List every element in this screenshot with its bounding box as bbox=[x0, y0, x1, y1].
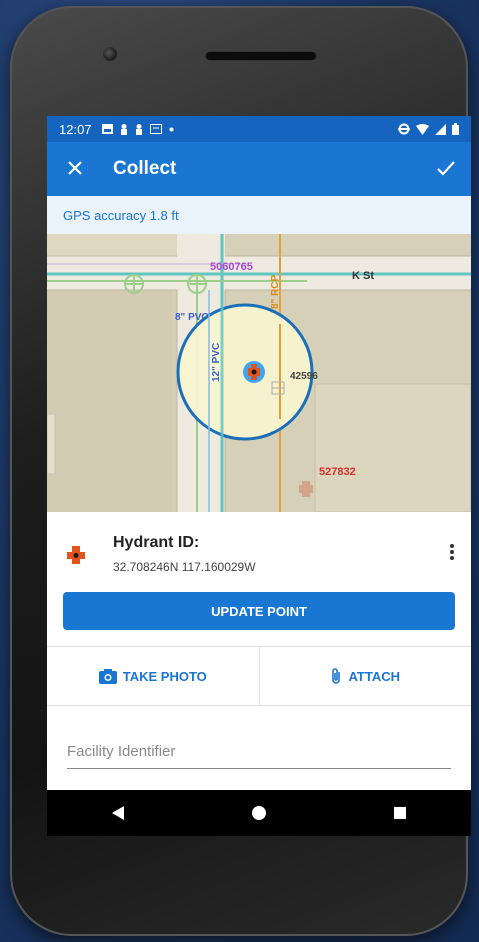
attachment-actions: TAKE PHOTO ATTACH bbox=[47, 646, 471, 706]
facility-identifier-input[interactable] bbox=[67, 734, 451, 769]
check-icon bbox=[437, 161, 455, 176]
map-label-street: K St bbox=[352, 270, 374, 282]
map-canvas[interactable]: 5060765 K St 8" PVC 8" RCP 12" PVC 42596 bbox=[47, 234, 471, 512]
system-icons bbox=[398, 123, 459, 135]
status-time: 12:07 bbox=[59, 121, 92, 137]
attach-button[interactable]: ATTACH bbox=[258, 647, 472, 705]
home-circle-icon bbox=[251, 806, 266, 820]
page-title: Collect bbox=[113, 158, 177, 179]
app-bar: Collect bbox=[47, 142, 471, 196]
data-saver-icon bbox=[398, 123, 410, 135]
camera-icon bbox=[98, 668, 117, 684]
image-notification-icon bbox=[101, 124, 113, 134]
android-nav-bar bbox=[47, 790, 471, 836]
map-label-pipe-rcp: 8" RCP bbox=[270, 274, 281, 309]
map-label-pipe-v: 12" PVC bbox=[211, 343, 222, 382]
take-photo-button[interactable]: TAKE PHOTO bbox=[47, 647, 259, 705]
nav-recents-button[interactable] bbox=[380, 798, 420, 828]
paperclip-icon bbox=[332, 668, 341, 684]
close-button[interactable] bbox=[47, 156, 103, 182]
current-location-marker[interactable] bbox=[243, 361, 265, 383]
signal-icon bbox=[435, 123, 446, 135]
valve-marker[interactable] bbox=[124, 274, 144, 294]
person-notification-icon-2 bbox=[135, 123, 142, 135]
more-options-button[interactable] bbox=[445, 542, 459, 566]
person-notification-icon bbox=[120, 123, 127, 135]
update-point-button[interactable]: UPDATE POINT bbox=[63, 592, 455, 630]
feature-header: Hydrant ID: 32.708246N 117.160029W bbox=[47, 530, 471, 580]
map-label-id-red: 527832 bbox=[319, 466, 356, 478]
notification-icons bbox=[101, 123, 174, 135]
hydrant-icon bbox=[67, 546, 85, 564]
front-camera bbox=[102, 46, 118, 62]
nav-back-button[interactable] bbox=[98, 798, 138, 828]
map-view[interactable]: 5060765 K St 8" PVC 8" RCP 12" PVC 42596 bbox=[47, 234, 471, 512]
nav-home-button[interactable] bbox=[239, 798, 279, 828]
valve-marker[interactable] bbox=[187, 274, 207, 294]
map-label-id-top: 5060765 bbox=[210, 261, 253, 273]
map-label-id-partial: 42596 bbox=[290, 371, 318, 382]
wifi-icon bbox=[416, 123, 429, 135]
more-vert-icon bbox=[450, 544, 454, 548]
back-triangle-icon bbox=[111, 806, 124, 820]
gps-accuracy-text: GPS accuracy 1.8 ft bbox=[63, 207, 179, 223]
dot-notification-icon bbox=[169, 127, 174, 131]
take-photo-label: TAKE PHOTO bbox=[122, 668, 207, 684]
earpiece-speaker bbox=[206, 52, 316, 60]
feature-coordinates: 32.708246N 117.160029W bbox=[113, 560, 256, 574]
gps-accuracy-bar: GPS accuracy 1.8 ft bbox=[47, 196, 471, 234]
app-screen: 12:07 Collect GPS accuracy 1.8 ft 506076… bbox=[47, 116, 471, 836]
attach-label: ATTACH bbox=[348, 668, 400, 684]
message-notification-icon bbox=[149, 124, 162, 134]
feature-panel: Hydrant ID: 32.708246N 117.160029W UPDAT… bbox=[47, 512, 471, 836]
status-bar: 12:07 bbox=[47, 116, 471, 142]
phone-frame: 12:07 Collect GPS accuracy 1.8 ft 506076… bbox=[10, 6, 471, 936]
close-icon bbox=[68, 161, 82, 175]
battery-icon bbox=[452, 123, 459, 135]
recents-square-icon bbox=[394, 807, 407, 819]
confirm-button[interactable] bbox=[421, 156, 471, 182]
feature-title: Hydrant ID: bbox=[113, 534, 200, 551]
